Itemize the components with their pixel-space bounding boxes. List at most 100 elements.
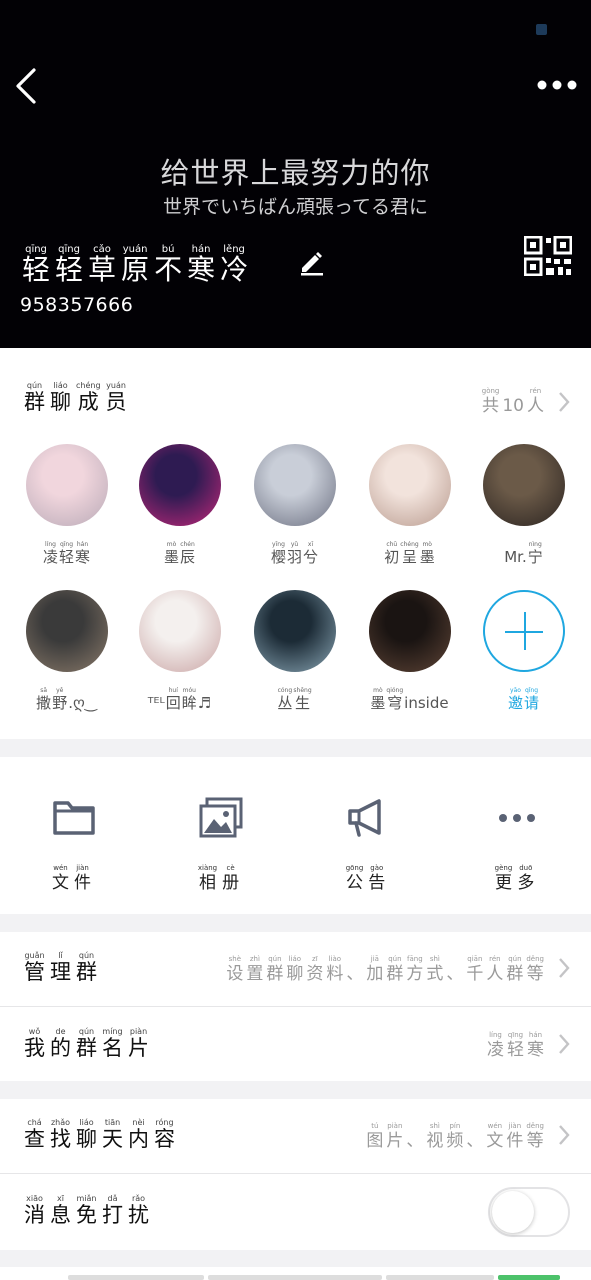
my-group-card-title[interactable]: wǒ 我 de 的 qún 群 míng 名 piàn 片 [24, 1026, 154, 1060]
hanzi: ♬ [197, 694, 212, 712]
ruby-char: piàn 片 [386, 1121, 403, 1151]
ruby-char: yuán 员 [106, 380, 127, 414]
ruby-char: qǐng 请 [524, 686, 539, 712]
hanzi: 息 [50, 1203, 71, 1227]
member-item[interactable]: mò 墨 chén 辰 [130, 444, 230, 566]
folder-icon [53, 801, 95, 835]
ruby-char: duō 多 [517, 863, 534, 893]
pencil-icon[interactable] [298, 248, 326, 276]
hanzi: 聊 [50, 390, 71, 414]
megaphone-icon [348, 799, 381, 837]
chevron-right-icon[interactable] [557, 956, 571, 980]
bottom-tab[interactable] [208, 1275, 382, 1280]
avatar[interactable] [369, 444, 451, 526]
ruby-char: ᵀᴱᴸ [148, 686, 165, 712]
ruby-char: 、 [446, 954, 463, 984]
avatar[interactable] [26, 444, 108, 526]
my-group-card-value[interactable]: líng 凌 qīng 轻 hán 寒 [487, 1030, 547, 1060]
bottom-tab[interactable] [386, 1275, 494, 1280]
ruby-char: děng 等 [526, 1121, 544, 1151]
member-item[interactable]: chū 初 chéng 呈 mò 墨 [360, 444, 460, 566]
ruby-char: gào 告 [368, 863, 385, 893]
hanzi: 、 [346, 964, 364, 984]
hanzi: 邀 [507, 694, 523, 712]
hanzi: 册 [222, 873, 240, 893]
chevron-right-icon[interactable] [557, 1123, 571, 1147]
hanzi: 群 [76, 1036, 97, 1060]
hanzi: inside [404, 694, 449, 712]
ruby-char: .ღ‿ [68, 686, 97, 712]
avatar[interactable] [254, 444, 336, 526]
hanzi: 件 [74, 873, 91, 893]
hanzi: ᵀᴱᴸ [147, 694, 165, 712]
invite-member[interactable]: yāo 邀 qǐng 请 [474, 590, 574, 712]
avatar[interactable] [139, 590, 221, 672]
member-item[interactable]: Mr. nìng 宁 [474, 444, 574, 566]
members-title[interactable]: qún 群 liáo 聊 chéng 成 yuán 员 [24, 380, 132, 414]
member-item[interactable]: yīng 樱 yǔ 羽 xī 兮 [245, 444, 345, 566]
ruby-char: miǎn 免 [76, 1193, 97, 1227]
hanzi: 群 [386, 964, 404, 984]
qr-code-icon[interactable] [524, 236, 572, 276]
hanzi: 多 [517, 873, 535, 893]
ruby-char: qióng 穹 [386, 686, 403, 712]
member-name: ᵀᴱᴸ huí 回 móu 眸 ♬ [148, 686, 212, 712]
hanzi: 眸 [181, 694, 197, 712]
avatar[interactable] [369, 590, 451, 672]
avatar[interactable] [483, 444, 565, 526]
member-count[interactable]: gòng 共 10 rén 人 [482, 386, 547, 416]
hanzi: 理 [50, 960, 71, 984]
hanzi: 我 [24, 1036, 45, 1060]
member-item[interactable]: sā 撒 yě 野 .ღ‿ [17, 590, 117, 712]
do-not-disturb-toggle[interactable] [488, 1187, 570, 1237]
member-item[interactable]: cóng 丛 shēng 生 [245, 590, 345, 712]
ruby-char: inside [404, 686, 448, 712]
ruby-char: qún 群 [386, 954, 403, 984]
ruby-char: qīng 轻 [59, 540, 74, 566]
back-chevron-icon[interactable] [12, 64, 42, 108]
hanzi: 容 [154, 1127, 175, 1151]
avatar[interactable] [254, 590, 336, 672]
plus-icon[interactable] [483, 590, 565, 672]
ruby-char: móu 眸 [182, 686, 197, 712]
ruby-char: shēng 生 [293, 686, 311, 712]
member-item[interactable]: mò 墨 qióng 穹 inside [360, 590, 460, 712]
manage-group-title[interactable]: guǎn 管 lǐ 理 qún 群 [24, 950, 102, 984]
ruby-char: nìng 宁 [528, 540, 543, 566]
search-chat-title[interactable]: chá 查 zhǎo 找 liáo 聊 tiān 天 nèi 内 róng 容 [24, 1117, 180, 1151]
avatar[interactable] [26, 590, 108, 672]
ruby-char: tú 图 [366, 1121, 383, 1151]
hanzi: 墨 [370, 694, 386, 712]
ruby-char: qún 群 [24, 380, 45, 414]
ruby-char: cè 册 [222, 863, 239, 893]
member-item[interactable]: líng 凌 qīng 轻 hán 寒 [17, 444, 117, 566]
tool-announcement[interactable]: gōng 公 gào 告 [328, 797, 408, 893]
hanzi: 初 [384, 548, 400, 566]
hanzi: 樱 [270, 548, 286, 566]
bottom-tab[interactable] [498, 1275, 560, 1280]
toggle-knob[interactable] [492, 1191, 534, 1233]
invite-label[interactable]: yāo 邀 qǐng 请 [508, 686, 540, 712]
hanzi: 原 [121, 253, 150, 287]
member-item[interactable]: ᵀᴱᴸ huí 回 móu 眸 ♬ [130, 590, 230, 712]
ruby-char: piàn 片 [128, 1026, 149, 1060]
ruby-char: ♬ [198, 686, 211, 712]
hanzi: 轻 [58, 548, 74, 566]
chevron-right-icon[interactable] [557, 390, 571, 414]
tool-album[interactable]: xiàng 相 cè 册 [181, 797, 261, 893]
hanzi: 扰 [128, 1203, 149, 1227]
hanzi: 寒 [187, 253, 216, 287]
tool-more[interactable]: gèng 更 duō 多 [477, 797, 557, 893]
member-name: mò 墨 chén 辰 [164, 540, 196, 566]
ruby-char: jiàn 件 [74, 863, 91, 893]
hanzi: 置 [246, 964, 264, 984]
ruby-char: hán 寒 [75, 540, 90, 566]
search-chat-detail[interactable]: tú 图 piàn 片、 shì 视 pín 频、 wén 文 jiàn 件 děng 等 [366, 1121, 547, 1151]
manage-group-detail[interactable]: shè 设 zhì 置 qún 群 liáo 聊 zī 资 liào 料、 jiā 加 qún 群 fāng 方 s… [226, 954, 547, 984]
avatar[interactable] [139, 444, 221, 526]
more-dots-icon[interactable] [536, 78, 578, 92]
bottom-tab[interactable] [68, 1275, 204, 1280]
chevron-right-icon[interactable] [557, 1032, 571, 1056]
tool-files[interactable]: wén 文 jiàn 件 [34, 797, 114, 893]
divider [0, 1006, 591, 1007]
